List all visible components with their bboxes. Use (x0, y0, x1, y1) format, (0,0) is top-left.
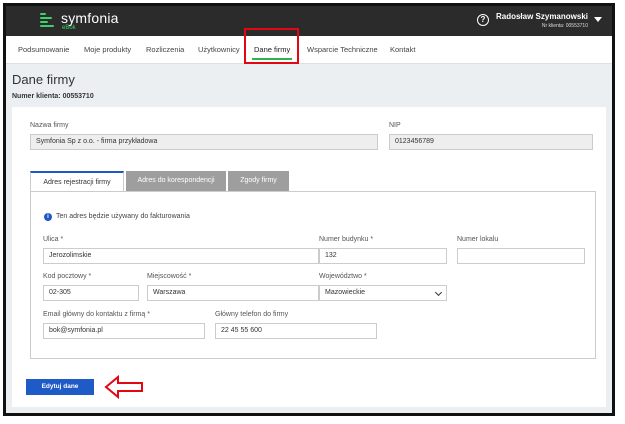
unit-number-input[interactable] (457, 248, 585, 264)
left-arrow-icon (104, 375, 143, 399)
billing-info-text: Ten adres będzie używany do fakturowania (56, 213, 190, 220)
nav-item-podsumowanie[interactable]: Podsumowanie (18, 45, 69, 54)
active-tab-indicator (252, 58, 292, 60)
edit-data-button[interactable]: Edytuj dane (26, 379, 94, 395)
top-bar: symfonia eBok ? Radosław Szymanowski Nr … (6, 6, 612, 36)
company-name-label: Nazwa firmy (30, 122, 69, 129)
nav-item-rozliczenia[interactable]: Rozliczenia (146, 45, 184, 54)
user-client-number: Nr klienta: 00553710 (541, 23, 588, 29)
voivodeship-label: Województwo * (319, 273, 367, 280)
street-label: Ulica * (43, 236, 64, 243)
email-label: Email główny do kontaktu z firmą * (43, 311, 150, 318)
chevron-down-icon (434, 288, 443, 297)
client-number: Numer klienta: 00553710 (12, 93, 94, 100)
company-details-card: Nazwa firmy Symfonia Sp z o.o. - firma p… (12, 107, 606, 407)
city-input[interactable]: Warszawa (147, 285, 319, 301)
phone-label: Główny telefon do firmy (215, 311, 289, 318)
symfonia-logo-icon (40, 12, 54, 28)
info-icon: i (44, 213, 52, 221)
user-name[interactable]: Radosław Szymanowski (496, 12, 588, 21)
chevron-down-icon[interactable] (594, 17, 602, 22)
page-title: Dane firmy (12, 72, 75, 87)
nip-label: NIP (389, 122, 401, 129)
tab-zgody-firmy[interactable]: Zgody firmy (228, 171, 289, 191)
unit-number-label: Numer lokalu (457, 236, 499, 243)
main-nav: Podsumowanie Moje produkty Rozliczenia U… (6, 36, 612, 64)
email-input[interactable]: bok@symfonia.pl (43, 323, 205, 339)
city-label: Miejscowość * (147, 273, 192, 280)
app-logo-text: symfonia (61, 10, 119, 26)
app-window: symfonia eBok ? Radosław Szymanowski Nr … (3, 3, 615, 416)
nav-item-dane-firmy[interactable]: Dane firmy (254, 45, 290, 54)
tab-adres-rejestracji[interactable]: Adres rejestracji firmy (30, 171, 124, 191)
voivodeship-value: Mazowieckie (325, 289, 366, 296)
nip-field[interactable]: 0123456789 (389, 134, 593, 150)
building-number-input[interactable]: 132 (319, 248, 447, 264)
phone-input[interactable]: 22 45 55 600 (215, 323, 377, 339)
nav-item-wsparcie-techniczne[interactable]: Wsparcie Techniczne (307, 45, 378, 54)
nav-item-moje-produkty[interactable]: Moje produkty (84, 45, 131, 54)
street-input[interactable]: Jerozolimskie (43, 248, 319, 264)
help-icon[interactable]: ? (477, 14, 489, 26)
nav-item-kontakt[interactable]: Kontakt (390, 45, 415, 54)
postal-code-label: Kod pocztowy * (43, 273, 92, 280)
address-tab-panel: i Ten adres będzie używany do fakturowan… (30, 191, 596, 359)
app-logo-subtitle: eBok (62, 25, 76, 31)
voivodeship-select[interactable]: Mazowieckie (319, 285, 447, 301)
postal-code-input[interactable]: 02-305 (43, 285, 139, 301)
building-number-label: Numer budynku * (319, 236, 374, 243)
company-name-field[interactable]: Symfonia Sp z o.o. - firma przykładowa (30, 134, 378, 150)
tab-adres-korespondencji[interactable]: Adres do korespondencji (126, 171, 226, 191)
nav-item-uzytkownicy[interactable]: Użytkownicy (198, 45, 240, 54)
